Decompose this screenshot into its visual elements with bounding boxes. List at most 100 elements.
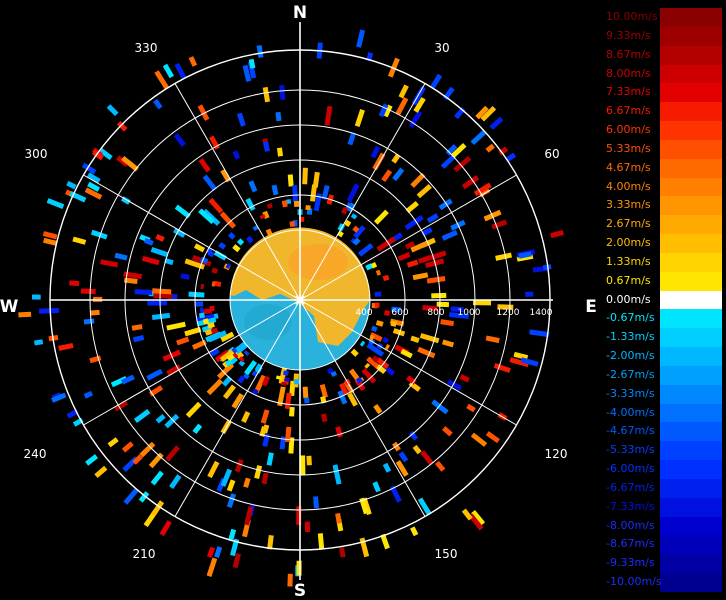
bearing-label-30: 30 [434, 41, 449, 55]
legend-entry: -2.67m/s [606, 365, 722, 386]
legend-entry: 10.00m/s [606, 8, 722, 28]
radar-echo [209, 305, 215, 312]
radar-echo [123, 488, 139, 505]
radar-echo [382, 274, 390, 282]
radar-echo [185, 401, 202, 418]
radar-echo [232, 244, 241, 253]
legend-swatch [660, 328, 722, 348]
radar-echo [461, 508, 473, 521]
legend-label: 2.67m/s [606, 217, 651, 231]
legend-entry: -10.00m/s [606, 573, 722, 593]
legend-entry: 1.33m/s [606, 252, 722, 273]
legend-label: -6.00m/s [606, 462, 655, 476]
radar-echo [395, 97, 409, 116]
bearing-label-330: 330 [135, 41, 158, 55]
radar-echo [155, 413, 166, 424]
radar-echo [153, 98, 163, 110]
legend-entry: -1.33m/s [606, 328, 722, 348]
range-label-1200: 1200 [497, 308, 520, 318]
legend-label: 10.00m/s [606, 10, 658, 23]
radar-echo [261, 472, 269, 485]
radar-echo [381, 169, 393, 183]
range-label-400: 400 [355, 308, 372, 318]
radar-echo [207, 460, 220, 479]
radar-echo [148, 385, 164, 397]
radar-echo [454, 106, 466, 120]
radar-echo [294, 379, 300, 385]
radar-echo [495, 252, 513, 261]
radar-echo [472, 300, 492, 306]
radar-echo [94, 465, 108, 479]
legend-swatch [660, 215, 722, 235]
radar-echo [406, 259, 419, 268]
radar-echo [321, 413, 328, 423]
radar-echo [154, 70, 169, 90]
legend-swatch [660, 573, 722, 593]
radar-echo [245, 235, 254, 244]
radar-echo [438, 198, 453, 211]
radar-echo [211, 267, 218, 274]
radar-echo [279, 84, 286, 101]
radar-echo [420, 450, 434, 466]
radar-echo [155, 234, 165, 242]
legend-entry: 0.00m/s [606, 290, 722, 310]
bearing-label-60: 60 [544, 147, 559, 161]
radar-echo [375, 269, 382, 276]
legend-label: 2.00m/s [606, 236, 651, 250]
radar-echo [173, 133, 186, 147]
legend-swatch [660, 8, 722, 28]
radar-echo [31, 294, 41, 300]
radar-echo [417, 497, 432, 516]
radar-echo [293, 200, 300, 207]
radar-echo [408, 110, 423, 128]
radar-echo [426, 276, 446, 284]
legend-swatch [660, 64, 722, 84]
radar-echo [373, 209, 389, 225]
radar-echo [287, 573, 293, 587]
radar-echo [243, 477, 251, 488]
legend-label: 7.33m/s [606, 85, 651, 99]
radar-echo [131, 324, 143, 331]
radar-echo [470, 130, 487, 146]
radar-echo [66, 180, 77, 190]
legend-label: -8.00m/s [606, 518, 655, 532]
radar-echo [485, 143, 495, 153]
legend-label: 9.33m/s [606, 28, 651, 42]
velocity-core-highlight [288, 244, 348, 280]
radar-echo [489, 116, 504, 130]
radar-echo [83, 318, 95, 325]
radar-echo [218, 242, 227, 250]
legend-entry: 2.00m/s [606, 234, 722, 254]
radar-echo [493, 362, 511, 373]
legend-entry: 2.67m/s [606, 215, 722, 235]
radar-echo [302, 386, 309, 399]
radar-echo [222, 384, 236, 400]
legend-entry: -3.33m/s [606, 384, 722, 405]
legend-entry: -4.67m/s [606, 422, 722, 442]
radar-echo [347, 392, 358, 407]
legend-swatch [660, 384, 722, 405]
radar-echo [58, 343, 74, 351]
radar-echo [389, 485, 402, 503]
legend-entry: -0.67m/s [606, 309, 722, 329]
radar-echo [236, 112, 246, 127]
legend-label: -0.67m/s [606, 311, 655, 325]
legend-label: -4.67m/s [606, 424, 655, 438]
radar-echo [459, 374, 470, 383]
radar-echo [426, 213, 439, 224]
radar-echo [305, 205, 311, 211]
velocity-color-legend: 10.00m/s 9.33m/s 8.67m/s 8.00m/s 7.33m/s 6.67… [606, 8, 722, 593]
radar-echo [192, 423, 203, 434]
legend-label: -1.33m/s [606, 330, 655, 344]
legend-label: -2.67m/s [606, 367, 655, 381]
bearing-label-150: 150 [435, 547, 458, 561]
radar-echo [354, 109, 365, 128]
radar-echo [404, 214, 424, 231]
legend-swatch [660, 121, 722, 141]
radar-echo [90, 309, 100, 316]
range-label-800: 800 [427, 308, 444, 318]
radar-echo [350, 348, 359, 357]
legend-swatch [660, 516, 722, 536]
radar-echo [227, 232, 236, 240]
radar-echo [176, 336, 190, 346]
